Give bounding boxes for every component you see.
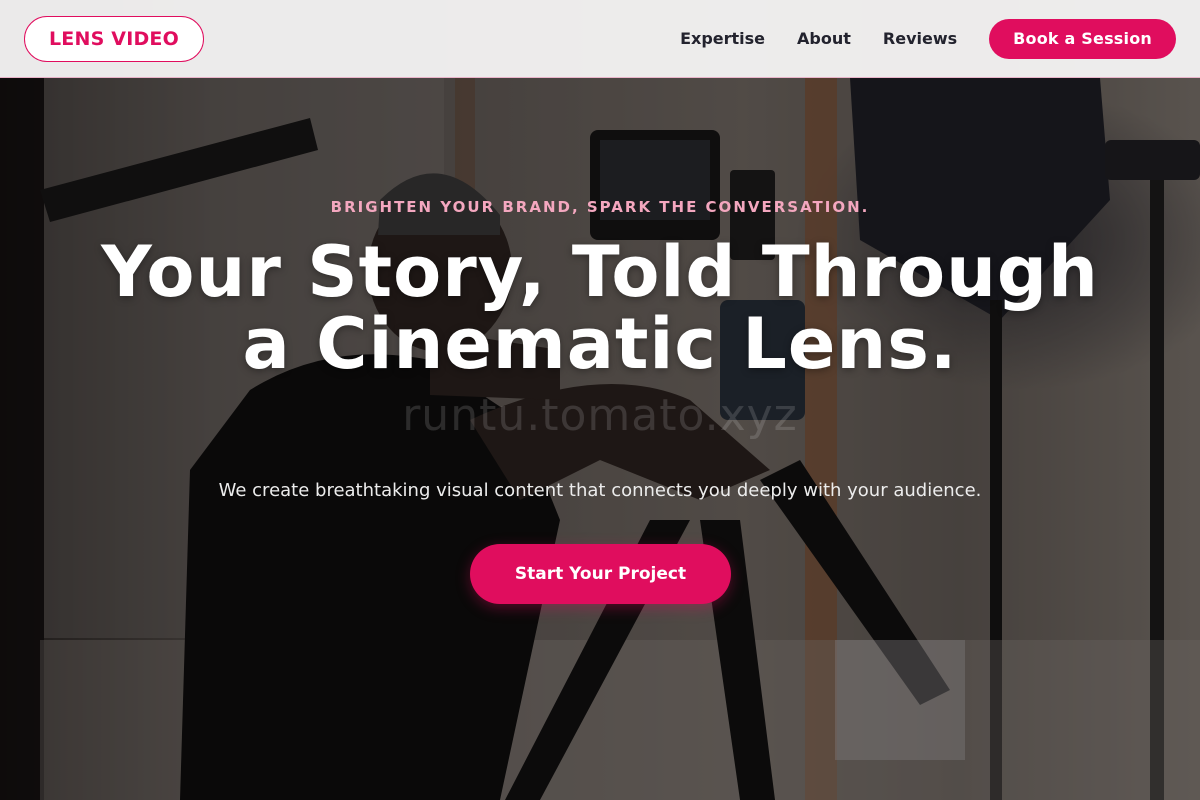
hero-headline: Your Story, Told Through a Cinematic Len…: [101, 231, 1099, 385]
brand-logo[interactable]: LENS VIDEO: [24, 15, 204, 62]
hero-section: LENS VIDEO Expertise About Reviews Book …: [0, 0, 1200, 800]
book-session-button[interactable]: Book a Session: [989, 18, 1176, 59]
watermark-text: runtu.tomato.xyz: [402, 390, 798, 441]
start-project-button[interactable]: Start Your Project: [470, 544, 731, 604]
top-navigation: LENS VIDEO Expertise About Reviews Book …: [0, 0, 1200, 78]
nav-link-about[interactable]: About: [797, 29, 851, 48]
hero-subtitle: We create breathtaking visual content th…: [218, 480, 982, 501]
hero-content: BRIGHTEN YOUR BRAND, SPARK THE CONVERSAT…: [0, 78, 1200, 800]
nav-link-expertise[interactable]: Expertise: [680, 29, 765, 48]
nav-link-reviews[interactable]: Reviews: [883, 29, 957, 48]
hero-tagline: BRIGHTEN YOUR BRAND, SPARK THE CONVERSAT…: [330, 198, 870, 216]
nav-links: Expertise About Reviews Book a Session: [680, 18, 1176, 59]
